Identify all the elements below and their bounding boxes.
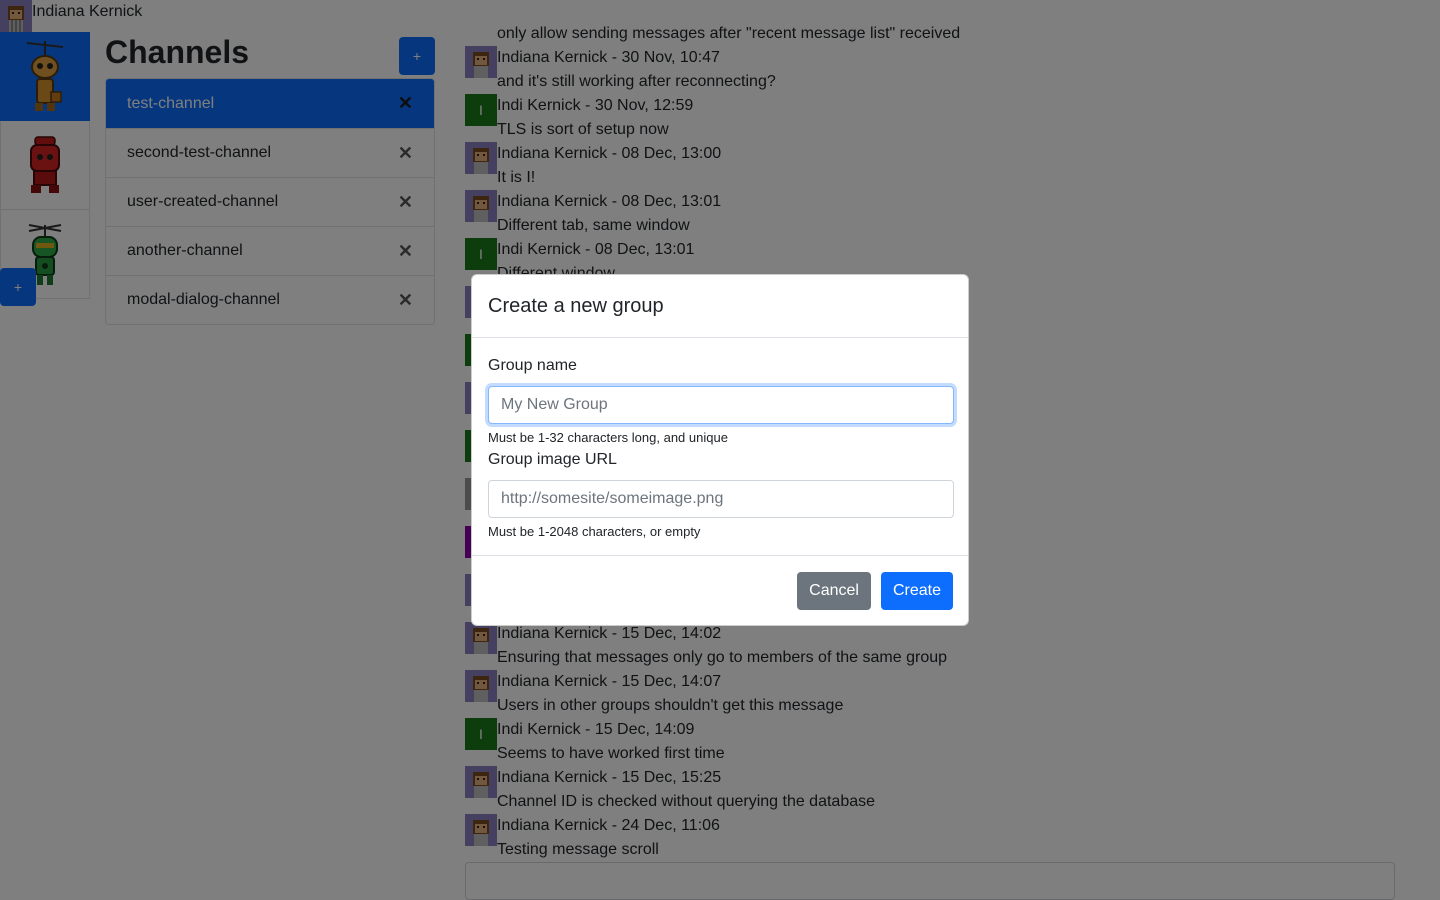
image-url-input[interactable] [488, 480, 954, 518]
modal-footer: Cancel Create [472, 556, 968, 626]
create-group-modal: Create a new group Group name Must be 1-… [471, 274, 969, 626]
modal-title: Create a new group [488, 294, 664, 317]
group-name-input[interactable] [488, 386, 954, 424]
group-name-hint: Must be 1-32 characters long, and unique [488, 430, 728, 445]
group-name-label: Group name [488, 357, 577, 374]
image-url-label: Group image URL [488, 451, 617, 468]
cancel-button[interactable]: Cancel [797, 572, 871, 610]
modal-body: Group name Must be 1-32 characters long,… [472, 338, 968, 556]
create-button[interactable]: Create [880, 572, 953, 610]
image-url-hint: Must be 1-2048 characters, or empty [488, 524, 701, 539]
modal-header: Create a new group [472, 275, 968, 338]
